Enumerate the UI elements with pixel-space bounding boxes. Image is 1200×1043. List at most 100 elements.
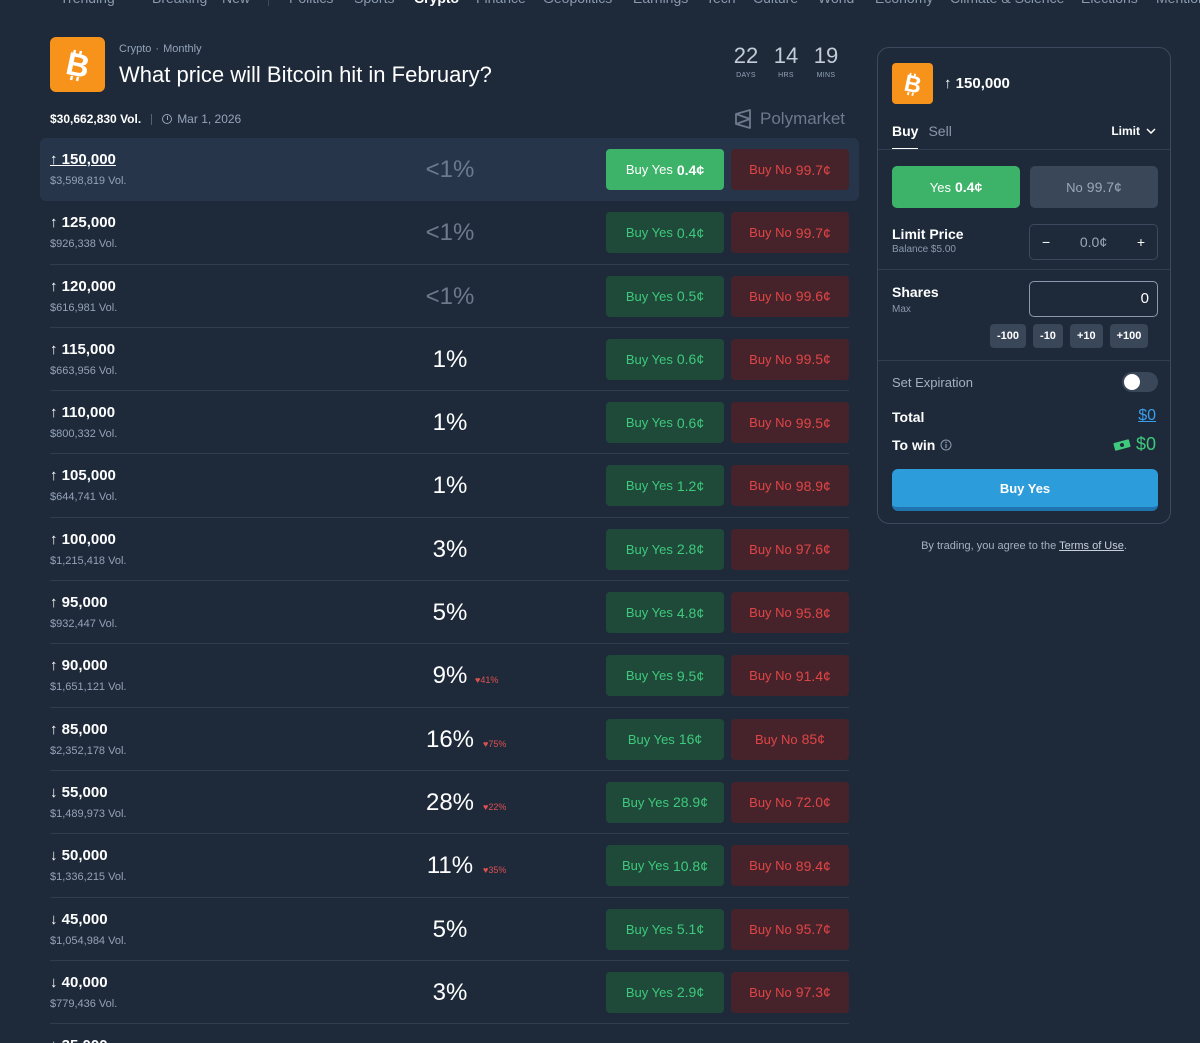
buy-yes-button[interactable]: Buy Yes 5.1¢ <box>606 908 724 950</box>
buy-yes-button[interactable]: Buy Yes 0.4¢ <box>606 149 724 190</box>
nav-item-sports[interactable]: Sports <box>354 0 394 6</box>
nav-item-climate-science[interactable]: Climate & Science <box>950 0 1064 6</box>
market-row[interactable]: ↑ 105,000 $644,741 Vol. 1% Buy Yes 1.2¢ Buy N… <box>50 454 849 518</box>
buy-yes-button[interactable]: Buy Yes 0.4¢ <box>606 212 724 254</box>
minus-10-button[interactable]: -10 <box>1033 324 1063 348</box>
market-row[interactable]: ↓ 40,000 $779,436 Vol. 3% Buy Yes 2.9¢ Buy No… <box>50 961 849 1025</box>
market-label[interactable]: ↑ 150,000 <box>50 151 116 168</box>
plus-10-button[interactable]: +10 <box>1069 324 1103 348</box>
direction-arrow-icon: ↓ <box>50 910 58 928</box>
buy-yes-button[interactable]: Buy Yes 0.6¢ <box>606 338 724 380</box>
nav-item-tech[interactable]: Tech <box>706 0 736 6</box>
outcome-yes-button[interactable]: Yes 0.4¢ <box>892 166 1020 208</box>
buy-no-button[interactable]: Buy No 95.7¢ <box>731 908 849 950</box>
buy-no-button[interactable]: Buy No 99.5¢ <box>731 338 849 380</box>
market-label[interactable]: ↑ 85,000 <box>50 721 108 738</box>
market-row[interactable]: ↓ 35,000 <box>50 1024 849 1043</box>
increment-button[interactable]: + <box>1137 234 1145 250</box>
market-label[interactable]: ↑ 125,000 <box>50 214 116 231</box>
market-label[interactable]: ↑ 90,000 <box>50 657 108 674</box>
market-label[interactable]: ↓ 55,000 <box>50 784 108 801</box>
market-volume: $800,332 Vol. <box>50 428 118 441</box>
breadcrumb-category[interactable]: Crypto <box>119 43 151 55</box>
buy-yes-button[interactable]: Buy Yes 0.6¢ <box>606 402 724 444</box>
buy-yes-button[interactable]: Buy Yes 16¢ <box>606 718 724 760</box>
buy-yes-button[interactable]: Buy Yes 4.8¢ <box>606 592 724 634</box>
buy-yes-button[interactable]: Buy Yes 10.8¢ <box>606 845 724 887</box>
buy-no-button[interactable]: Buy No 89.4¢ <box>731 845 849 887</box>
buy-no-button[interactable]: Buy No 91.4¢ <box>731 655 849 697</box>
minus-100-button[interactable]: -100 <box>990 324 1027 348</box>
polymarket-logo[interactable]: Polymarket <box>734 109 845 129</box>
market-label[interactable]: ↑ 105,000 <box>50 467 116 484</box>
expiration-toggle[interactable] <box>1122 372 1158 392</box>
decrement-button[interactable]: − <box>1042 234 1050 250</box>
market-row[interactable]: ↑ 95,000 $932,447 Vol. 5% Buy Yes 4.8¢ Buy No… <box>50 581 849 645</box>
buy-no-button[interactable]: Buy No 99.7¢ <box>731 212 849 254</box>
buy-yes-button[interactable]: Buy Yes 28.9¢ <box>606 781 724 823</box>
market-row[interactable]: ↑ 100,000 $1,215,418 Vol. 3% Buy Yes 2.8¢ Buy… <box>50 518 849 582</box>
buy-yes-button[interactable]: Buy Yes 1.2¢ <box>606 465 724 507</box>
terms-of-use-link[interactable]: Terms of Use <box>1059 540 1124 552</box>
market-label[interactable]: ↑ 95,000 <box>50 594 108 611</box>
market-row[interactable]: ↑ 85,000 $2,352,178 Vol. 16% ♥75% Buy Yes 16¢… <box>50 708 849 771</box>
buy-yes-button[interactable]: Buy Yes <box>892 469 1158 511</box>
nav-item-crypto[interactable]: Crypto <box>414 0 459 6</box>
tab-sell[interactable]: Sell <box>928 123 951 150</box>
buy-no-button[interactable]: Buy No 97.3¢ <box>731 971 849 1013</box>
market-row[interactable]: ↓ 50,000 $1,336,215 Vol. 11% ♥35% Buy Yes 10.… <box>50 834 849 898</box>
buy-yes-button[interactable]: Buy Yes 0.5¢ <box>606 275 724 317</box>
market-volume: $2,352,178 Vol. <box>50 744 127 757</box>
buy-no-button[interactable]: Buy No 72.0¢ <box>731 781 849 823</box>
nav-item-culture[interactable]: Culture <box>753 0 798 6</box>
buy-no-button[interactable]: Buy No 99.6¢ <box>731 275 849 317</box>
outcome-no-button[interactable]: No 99.7¢ <box>1030 166 1158 208</box>
market-label[interactable]: ↓ 50,000 <box>50 847 108 864</box>
nav-item-earnings[interactable]: Earnings <box>633 0 688 6</box>
shares-input[interactable]: 0 <box>1029 281 1158 317</box>
buy-no-button[interactable]: Buy No 99.7¢ <box>731 149 849 190</box>
limit-price-value[interactable]: 0.0¢ <box>1080 234 1107 250</box>
market-row[interactable]: ↑ 90,000 $1,651,121 Vol. 9% ♥41% Buy Yes 9.5¢… <box>50 644 849 708</box>
bitcoin-icon: B <box>63 48 93 82</box>
nav-item-finance[interactable]: Finance <box>476 0 526 6</box>
buy-yes-button[interactable]: Buy Yes 9.5¢ <box>606 655 724 697</box>
market-row[interactable]: ↑ 115,000 $663,956 Vol. 1% Buy Yes 0.6¢ Buy N… <box>50 328 849 392</box>
nav-item-mentions[interactable]: Mentions <box>1156 0 1200 6</box>
market-label[interactable]: ↓ 45,000 <box>50 911 108 928</box>
market-row[interactable]: ↓ 45,000 $1,054,984 Vol. 5% Buy Yes 5.1¢ Buy … <box>50 898 849 961</box>
market-row[interactable]: ↑ 150,000 $3,598,819 Vol. <1% Buy Yes 0.4¢ Bu… <box>40 138 859 202</box>
nav-item-world[interactable]: World <box>818 0 854 6</box>
buy-yes-button[interactable]: Buy Yes 2.8¢ <box>606 528 724 570</box>
market-row[interactable]: ↓ 55,000 $1,489,973 Vol. 28% ♥22% Buy Yes 28.… <box>50 771 849 835</box>
nav-item-trending[interactable]: Trending <box>60 0 115 6</box>
tab-buy[interactable]: Buy <box>892 123 919 150</box>
nav-item-elections[interactable]: Elections <box>1081 0 1138 6</box>
buy-no-button[interactable]: Buy No 95.8¢ <box>731 592 849 634</box>
market-row[interactable]: ↑ 120,000 $616,981 Vol. <1% Buy Yes 0.5¢ Buy … <box>50 265 849 328</box>
nav-item-economy[interactable]: Economy <box>875 0 933 6</box>
market-label[interactable]: ↓ 40,000 <box>50 974 108 991</box>
breadcrumb-period[interactable]: Monthly <box>163 43 202 55</box>
market-label[interactable]: ↑ 110,000 <box>50 404 115 421</box>
plus-100-button[interactable]: +100 <box>1109 324 1149 348</box>
market-label[interactable]: ↓ 35,000 <box>50 1037 108 1043</box>
market-row[interactable]: ↑ 125,000 $926,338 Vol. <1% Buy Yes 0.4¢ Buy … <box>50 201 849 265</box>
order-type-dropdown[interactable]: Limit <box>1111 124 1156 138</box>
nav-item-breaking[interactable]: Breaking <box>152 0 207 6</box>
market-row[interactable]: ↑ 110,000 $800,332 Vol. 1% Buy Yes 0.6¢ Buy N… <box>50 391 849 455</box>
nav-item-geopolitics[interactable]: Geopolitics <box>543 0 612 6</box>
buy-no-button[interactable]: Buy No 97.6¢ <box>731 528 849 570</box>
info-icon[interactable] <box>940 439 952 451</box>
nav-item-new[interactable]: New <box>222 0 250 6</box>
buy-no-button[interactable]: Buy No 85¢ <box>731 718 849 760</box>
market-label[interactable]: ↑ 115,000 <box>50 341 115 358</box>
buy-yes-price: 0.6¢ <box>676 414 705 431</box>
buy-no-button[interactable]: Buy No 99.5¢ <box>731 402 849 444</box>
buy-no-button[interactable]: Buy No 98.9¢ <box>731 465 849 507</box>
nav-item-politics[interactable]: Politics <box>289 0 333 6</box>
market-label[interactable]: ↑ 120,000 <box>50 278 116 295</box>
market-label[interactable]: ↑ 100,000 <box>50 531 116 548</box>
max-link[interactable]: Max <box>892 304 911 315</box>
buy-yes-button[interactable]: Buy Yes 2.9¢ <box>606 971 724 1013</box>
